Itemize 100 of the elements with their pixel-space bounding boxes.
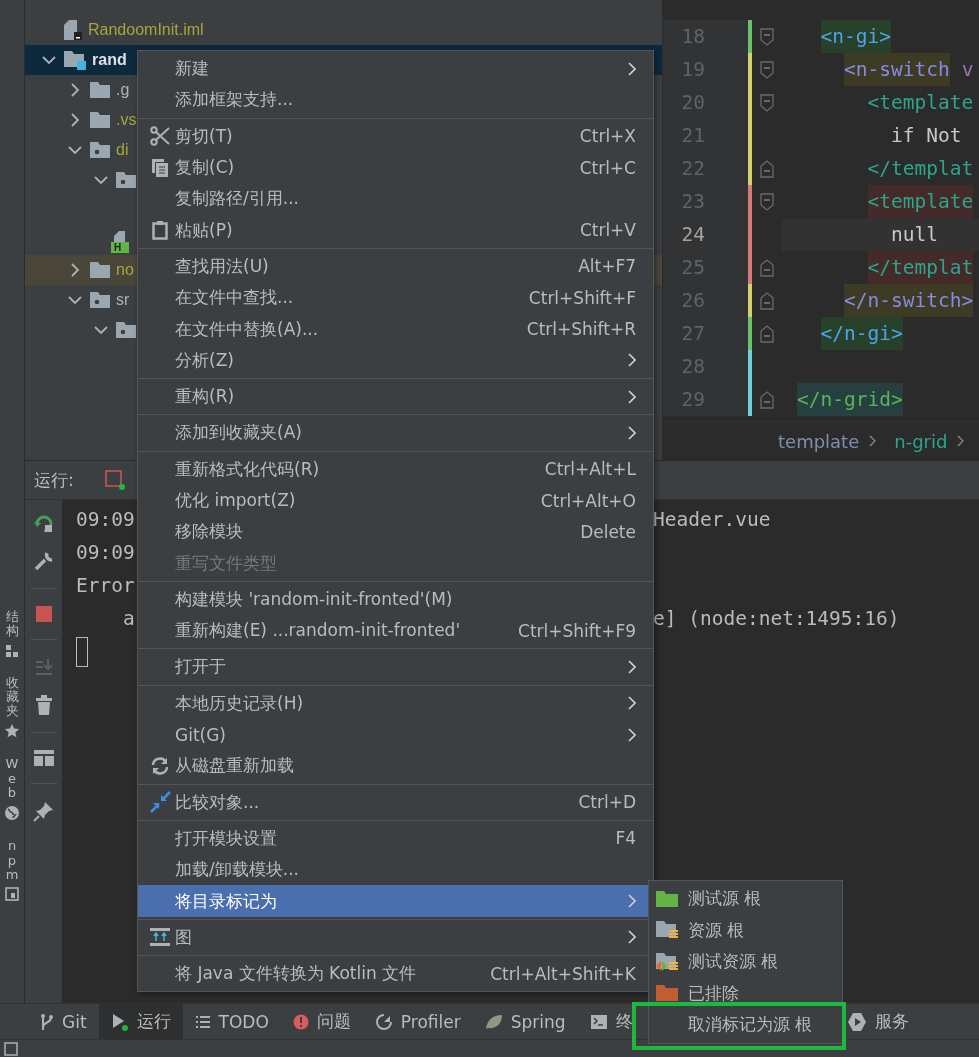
menu-item[interactable]: 本地历史记录(H) [138,687,653,719]
menu-item[interactable]: 已排除 [649,977,842,1009]
fold-marker-icon[interactable] [760,390,774,409]
menu-item[interactable]: 查找用法(U) Alt+F7 [138,250,653,283]
diagram-icon [148,927,171,948]
code-token: </templat [867,251,974,284]
menu-item[interactable]: 在文件中替换(A)... Ctrl+Shift+R [138,313,653,345]
tree-item-label[interactable]: RandoomInit.iml [88,21,204,39]
code-token: </n-grid> [797,383,903,416]
shortcut-label: Ctrl+X [579,126,636,147]
tree-item-label[interactable]: rand [92,51,127,69]
menu-item[interactable]: 在文件中查找... Ctrl+Shift+F [138,282,653,314]
tool-window-tab[interactable]: 服务 [847,1004,909,1040]
console-line: 09:09 [76,508,135,531]
fold-marker-icon[interactable] [760,60,774,79]
file-icon [111,230,127,242]
shortcut-label: Ctrl+Alt+L [544,459,636,480]
fold-marker-icon[interactable] [760,258,774,277]
menu-item[interactable]: 从磁盘重新加载 [138,750,653,782]
menu-item[interactable]: 剪切(T) Ctrl+X [138,120,653,152]
leaf-icon [484,1013,503,1030]
menu-item[interactable]: 重新格式化代码(R) Ctrl+Alt+L [138,453,653,485]
tree-item-label[interactable]: no [116,261,134,279]
tool-window-label[interactable]: 结构 [5,610,19,639]
menu-item[interactable]: 取消标记为源 根 [649,1009,842,1041]
module-folder-icon [63,49,87,71]
menu-item[interactable]: 分析(Z) [138,344,653,376]
menu-item[interactable]: 添加框架支持... [138,84,653,116]
menu-item[interactable]: 复制(C) Ctrl+C [138,151,653,184]
globe-icon[interactable] [4,805,20,822]
fold-marker-icon[interactable] [760,159,774,178]
tool-window-tab[interactable]: 问题 [280,1004,363,1040]
wrench-icon[interactable] [32,550,55,572]
tool-window-label[interactable]: npm [5,839,19,883]
tool-window-label[interactable]: 收藏夹 [5,675,19,719]
menu-item[interactable]: 比较对象... Ctrl+D [138,786,653,818]
console-line: e] (node:net:1495:16) [653,606,900,632]
menu-item[interactable]: 新建 [138,53,653,85]
shortcut-label: Ctrl+D [578,792,636,813]
run-config-icon[interactable] [103,469,126,491]
fold-marker-icon[interactable] [760,93,774,112]
text-cursor [76,637,88,667]
trash-icon[interactable] [33,694,54,716]
menu-item[interactable]: 重新构建(E) ...random-init-fronted' Ctrl+Shift+F9 [138,615,653,647]
menu-item[interactable]: 优化 import(Z) Ctrl+Alt+O [138,484,653,517]
menu-item[interactable]: 构建模块 'random-init-fronted'(M) [138,583,653,616]
terminal-icon [589,1013,608,1030]
test-resource-folder-icon [655,951,679,972]
menu-item[interactable]: 打开于 [138,651,653,683]
menu-item[interactable]: 复制路径/引用... [138,183,653,215]
tool-window-tab[interactable]: 运行 [98,1004,183,1040]
folder-icon [89,81,111,99]
shortcut-label: F4 [615,828,636,849]
tool-window-tab[interactable]: Spring [472,1004,578,1040]
breadcrumb[interactable]: template [778,430,860,452]
shortcut-label: Ctrl+Shift+F [528,287,636,308]
tree-item-label[interactable]: .vs [116,111,137,129]
tree-item-label[interactable]: .g [116,81,130,99]
menu-item[interactable]: Git(G) [138,718,653,751]
code-token: null [891,222,938,248]
profiler-icon [374,1012,393,1031]
folder-icon [89,111,111,129]
tree-item-label[interactable]: sr [116,291,130,309]
console-line: 09:09 [76,541,135,564]
structure-icon[interactable] [5,643,19,658]
shortcut-label: Ctrl+Shift+R [526,319,636,339]
services-icon [847,1011,867,1032]
pin-icon[interactable] [32,800,55,822]
chevron-icon [869,435,877,447]
fold-marker-icon[interactable] [760,291,774,310]
menu-item[interactable]: 移除模块 Delete [138,516,653,548]
fold-marker-icon[interactable] [760,27,774,46]
error-icon [292,1013,309,1030]
menu-item[interactable]: 加载/卸载模块... [138,854,653,886]
menu-item[interactable]: 重构(R) [138,380,653,413]
shortcut-label: Ctrl+C [579,157,636,178]
tool-window-tab[interactable]: Git [28,1004,99,1040]
tool-window-tab[interactable]: TODO [182,1004,281,1040]
test-folder-icon [655,889,679,908]
fold-marker-icon[interactable] [760,324,774,343]
tool-window-label[interactable]: Web [5,757,19,801]
layout-icon[interactable] [32,749,55,767]
menu-item[interactable]: 添加到收藏夹(A) [138,417,653,449]
star-icon[interactable] [4,723,20,740]
list-icon [194,1014,211,1029]
npm-icon[interactable] [5,887,19,902]
menu-item[interactable]: 打开模块设置 F4 [138,822,653,855]
panel-toggle-icon[interactable] [4,1041,18,1056]
menu-item[interactable]: 粘贴(P) Ctrl+V [138,214,653,246]
tool-window-tab[interactable]: Profiler [362,1004,473,1040]
stop-icon[interactable] [34,605,53,623]
code-token: </n-switch> [844,284,974,317]
breadcrumb[interactable]: n-grid [894,430,948,452]
code-token: <n-switch [844,53,950,86]
tool-window-tab[interactable]: 终 [577,1004,645,1040]
shortcut-label: Ctrl+Shift+F9 [518,620,636,641]
shortcut-label: Alt+F7 [578,256,636,277]
console-line: a [123,607,135,630]
fold-marker-icon[interactable] [760,192,774,211]
tree-item-label[interactable]: di [116,141,129,159]
